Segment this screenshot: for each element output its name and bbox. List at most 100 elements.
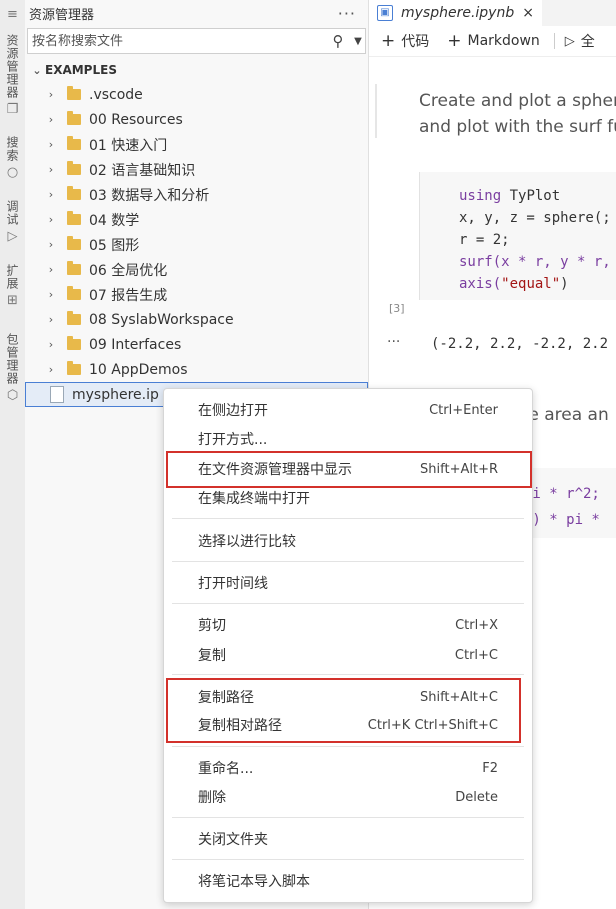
menu-item-shortcut: Ctrl+X <box>455 617 498 633</box>
activity-item-debug[interactable]: 调试 ▷ <box>0 200 25 244</box>
tree-root[interactable]: ⌄ EXAMPLES <box>25 58 368 82</box>
output-more-icon[interactable]: ··· <box>387 334 400 350</box>
search-icon[interactable]: ⚲ <box>325 32 351 50</box>
activity-item-search[interactable]: 搜索 ○ <box>0 136 25 180</box>
folder-icon <box>67 311 81 325</box>
folder-row[interactable]: › 03 数据导入和分析 <box>25 182 368 207</box>
add-code-label: 代码 <box>401 34 430 50</box>
menu-item-label: 在侧边打开 <box>198 403 268 419</box>
menu-item-select-for-compare[interactable]: 选择以进行比较 <box>164 527 532 555</box>
menu-separator <box>172 674 524 675</box>
chevron-right-icon: › <box>48 263 54 276</box>
folder-label: 00 Resources <box>89 111 183 128</box>
code-editor-2[interactable]: pi * r^2; 3) * pi * <box>524 481 600 533</box>
tab-mysphere[interactable]: ▣ mysphere.ipynb × <box>369 0 542 26</box>
folder-icon <box>67 361 81 375</box>
code-string: "equal" <box>501 276 561 292</box>
menu-separator <box>172 603 524 604</box>
activity-label-explorer: 资源管理器 <box>5 34 19 99</box>
add-markdown-button[interactable]: + Markdown <box>447 31 540 51</box>
search-icon: ○ <box>6 165 19 180</box>
chevron-right-icon: › <box>48 363 54 376</box>
code-line: pi * r^2; <box>524 486 600 502</box>
notebook-icon: ▣ <box>377 5 393 21</box>
code-line: r = 2; <box>459 232 510 248</box>
menu-item-rename[interactable]: 重命名... F2 <box>164 754 532 782</box>
file-search-input[interactable] <box>28 33 325 49</box>
folder-label: 07 报告生成 <box>89 287 168 304</box>
folder-row[interactable]: › 05 图形 <box>25 232 368 257</box>
folder-icon <box>67 261 81 275</box>
menu-item-open-in-terminal[interactable]: 在集成终端中打开 <box>164 484 532 512</box>
hamburger-menu-icon[interactable]: ≡ <box>6 8 20 22</box>
menu-item-label: 复制 <box>198 648 226 664</box>
menu-item-cut[interactable]: 剪切 Ctrl+X <box>164 611 532 639</box>
folder-row[interactable]: › 04 数学 <box>25 207 368 232</box>
menu-item-open-with[interactable]: 打开方式... <box>164 425 532 453</box>
highlight-box-reveal <box>166 451 532 488</box>
chevron-down-icon: ⌄ <box>32 63 42 77</box>
code-line: surf(x * r, y * r, <box>459 254 611 270</box>
activity-item-extensions[interactable]: 扩展 ⊞ <box>0 264 25 308</box>
tree-root-label: EXAMPLES <box>45 63 117 77</box>
menu-separator <box>172 746 524 747</box>
close-icon[interactable]: × <box>522 5 534 21</box>
more-actions-icon[interactable]: ··· <box>338 4 356 23</box>
menu-item-delete[interactable]: 删除 Delete <box>164 783 532 811</box>
run-all-button[interactable]: ▷ 全 <box>565 31 595 51</box>
folder-icon <box>67 236 81 250</box>
code-text: ) <box>560 276 569 292</box>
folder-row[interactable]: › 01 快速入门 <box>25 132 368 157</box>
activity-bar-menu[interactable]: ≡ <box>0 4 25 22</box>
folder-row[interactable]: › 00 Resources <box>25 107 368 132</box>
extensions-icon: ⊞ <box>7 293 18 308</box>
folder-label: 10 AppDemos <box>89 361 188 378</box>
chevron-right-icon: › <box>48 313 54 326</box>
activity-label-packages: 包管理器 <box>5 333 19 385</box>
add-code-button[interactable]: + 代码 <box>381 31 429 51</box>
folder-row[interactable]: › .vscode <box>25 82 368 107</box>
menu-item-open-timeline[interactable]: 打开时间线 <box>164 569 532 597</box>
activity-label-search: 搜索 <box>5 136 19 162</box>
menu-item-label: 关闭文件夹 <box>198 832 268 848</box>
activity-item-explorer[interactable]: 资源管理器 ❐ <box>0 34 25 117</box>
activity-item-packages[interactable]: 包管理器 ⬡ <box>0 333 25 403</box>
menu-item-close-folder[interactable]: 关闭文件夹 <box>164 825 532 853</box>
highlight-box-copy-path <box>166 678 521 743</box>
debug-icon: ▷ <box>7 229 18 244</box>
folder-icon <box>67 136 81 150</box>
folder-row[interactable]: › 02 语言基础知识 <box>25 157 368 182</box>
notebook-file-icon <box>50 386 64 403</box>
menu-item-import-notebook-to-script[interactable]: 将笔记本导入脚本 <box>164 867 532 895</box>
folder-icon <box>67 186 81 200</box>
code-editor[interactable]: using TyPlot x, y, z = sphere(; r = 2; s… <box>459 185 611 295</box>
folder-icon <box>67 211 81 225</box>
folder-row[interactable]: › 09 Interfaces <box>25 332 368 357</box>
menu-item-label: 重命名... <box>198 761 254 777</box>
code-text: TyPlot <box>501 188 561 204</box>
folder-row[interactable]: › 10 AppDemos <box>25 357 368 382</box>
menu-separator <box>172 817 524 818</box>
folder-label: 09 Interfaces <box>89 336 182 353</box>
code-keyword: using <box>459 188 502 204</box>
folder-row[interactable]: › 07 报告生成 <box>25 282 368 307</box>
chevron-right-icon: › <box>48 88 54 101</box>
folder-label: 01 快速入门 <box>89 137 168 154</box>
menu-separator <box>172 561 524 562</box>
caret-down-icon[interactable]: ▼ <box>351 36 365 47</box>
chevron-right-icon: › <box>48 338 54 351</box>
file-search-box: ⚲ ▼ <box>27 28 366 54</box>
add-markdown-label: Markdown <box>467 33 540 49</box>
chevron-right-icon: › <box>48 138 54 151</box>
folder-row[interactable]: › 06 全局优化 <box>25 257 368 282</box>
markdown-cell[interactable]: Create and plot a spher and plot with th… <box>419 88 616 140</box>
folder-row[interactable]: › 08 SyslabWorkspace <box>25 307 368 332</box>
menu-item-open-to-side[interactable]: 在侧边打开 Ctrl+Enter <box>164 396 532 424</box>
menu-item-copy[interactable]: 复制 Ctrl+C <box>164 641 532 669</box>
activity-bar: ≡ 资源管理器 ❐ 搜索 ○ 调试 ▷ 扩展 ⊞ 包管理器 ⬡ <box>0 0 26 909</box>
code-function: axis( <box>459 276 502 292</box>
cell-output: (-2.2, 2.2, -2.2, 2.2 <box>431 336 609 352</box>
chevron-right-icon: › <box>48 113 54 126</box>
markdown-line: Create and plot a spher <box>419 91 616 111</box>
code-line: 3) * pi * <box>524 512 600 528</box>
